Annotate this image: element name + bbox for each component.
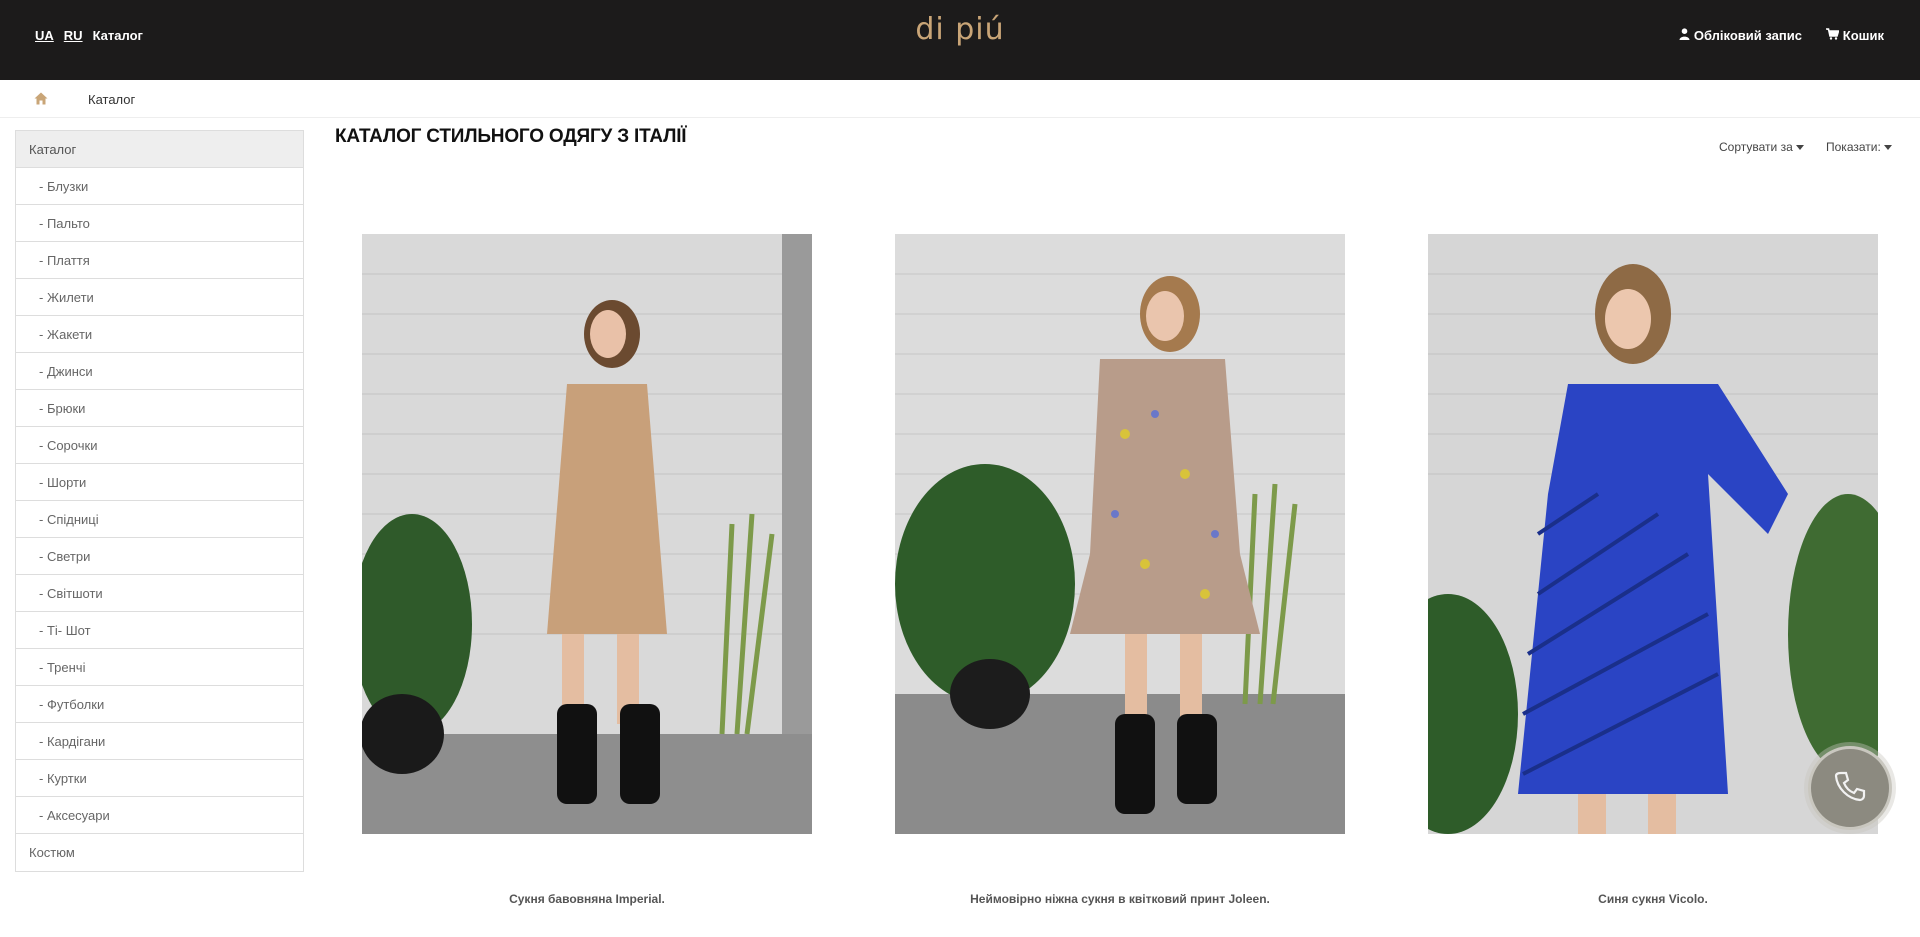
sort-label: Сортувати за (1719, 140, 1793, 154)
breadcrumb: Каталог (0, 80, 1920, 118)
sidebar-item-outerwear[interactable]: - Куртки (16, 760, 303, 797)
sidebar-item-dresses[interactable]: - Плаття (16, 242, 303, 279)
sidebar-item-accessories[interactable]: - Аксесуари (16, 797, 303, 834)
product-name[interactable]: Неймовірно ніжна сукня в квітковий принт… (835, 892, 1405, 906)
show-label: Показати: (1826, 140, 1881, 154)
home-icon[interactable] (34, 92, 48, 106)
sidebar-item-trenches[interactable]: - Тренчі (16, 649, 303, 686)
caret-down-icon (1883, 144, 1892, 150)
sidebar-item-tees[interactable]: - Футболки (16, 686, 303, 723)
logo-text[interactable]: di piú (915, 12, 1004, 47)
sidebar-item-blouses[interactable]: - Блузки (16, 168, 303, 205)
cart-label: Кошик (1842, 28, 1884, 43)
breadcrumb-catalog[interactable]: Каталог (88, 92, 135, 107)
account-link[interactable]: Обліковий запис (1679, 28, 1802, 43)
sidebar-item-shorts[interactable]: - Шорти (16, 464, 303, 501)
show-dropdown[interactable]: Показати: (1826, 140, 1892, 154)
account-label: Обліковий запис (1693, 28, 1802, 43)
sidebar-item-skirts[interactable]: - Спідниці (16, 501, 303, 538)
sidebar-item-jackets[interactable]: - Жакети (16, 316, 303, 353)
sidebar-item-catalog[interactable]: Каталог (16, 131, 303, 168)
lang-ru-link[interactable]: RU (64, 28, 83, 43)
user-icon (1679, 28, 1690, 43)
sidebar-item-jeans[interactable]: - Джинси (16, 353, 303, 390)
product-name[interactable]: Сукня бавовняна Imperial. (302, 892, 872, 906)
cart-icon (1825, 28, 1840, 43)
sort-dropdown[interactable]: Сортувати за (1719, 140, 1804, 154)
sidebar-item-sweatshirts[interactable]: - Світшоти (16, 575, 303, 612)
category-sidebar: Каталог - Блузки - Пальто - Плаття - Жил… (15, 130, 304, 872)
sidebar-item-trousers[interactable]: - Брюки (16, 390, 303, 427)
product-image[interactable] (1428, 234, 1878, 834)
page-title: КАТАЛОГ СТИЛЬНОГО ОДЯГУ З ІТАЛІЇ (335, 126, 687, 147)
top-header: UA RU Каталог di piú Обліковий запис Кош… (0, 0, 1920, 80)
sidebar-item-tshirts[interactable]: - Ті- Шот (16, 612, 303, 649)
header-catalog-link[interactable]: Каталог (93, 28, 143, 43)
callback-button[interactable] (1808, 746, 1892, 830)
language-switcher: UA RU Каталог (35, 28, 143, 43)
lang-ua-link[interactable]: UA (35, 28, 54, 43)
sidebar-item-coats[interactable]: - Пальто (16, 205, 303, 242)
product-card: Неймовірно ніжна сукня в квітковий принт… (895, 234, 1345, 906)
product-image[interactable] (362, 234, 812, 834)
product-name[interactable]: Синя сукня Vicolo. (1368, 892, 1920, 906)
sidebar-item-cardigans[interactable]: - Кардігани (16, 723, 303, 760)
product-card: Синя сукня Vicolo. (1428, 234, 1878, 906)
phone-icon (1833, 769, 1867, 808)
sidebar-item-suit[interactable]: Костюм (16, 834, 303, 871)
sidebar-item-shirts[interactable]: - Сорочки (16, 427, 303, 464)
logo: di piú (0, 12, 1920, 47)
sidebar-item-vests[interactable]: - Жилети (16, 279, 303, 316)
product-image[interactable] (895, 234, 1345, 834)
sidebar-item-sweaters[interactable]: - Светри (16, 538, 303, 575)
cart-link[interactable]: Кошик (1825, 28, 1884, 43)
product-card: Сукня бавовняна Imperial. (362, 234, 812, 906)
caret-down-icon (1795, 144, 1804, 150)
